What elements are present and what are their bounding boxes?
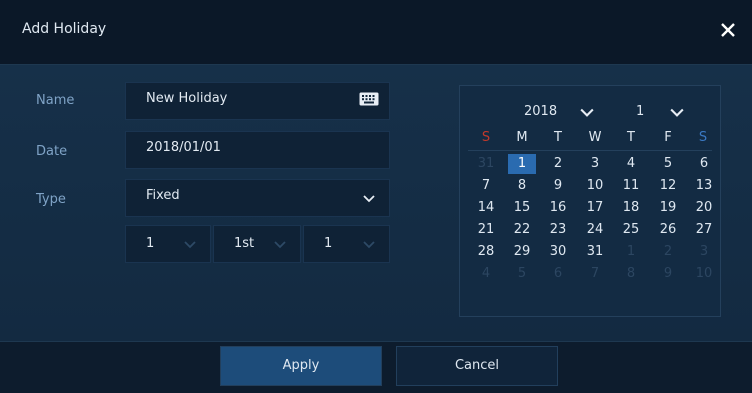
weekday-header: T [554,130,562,145]
apply-button[interactable]: Apply [220,346,382,386]
dialog-header: Add Holiday [0,0,752,65]
calendar-day[interactable]: 25 [617,220,645,240]
calendar-day[interactable]: 7 [581,264,609,284]
calendar-day[interactable]: 16 [544,198,572,218]
weekday-header: S [481,130,491,145]
calendar-year[interactable]: 2018 [524,104,557,119]
calendar-day[interactable]: 22 [508,220,536,240]
calendar-day[interactable]: 21 [472,220,500,240]
calendar-day[interactable]: 3 [690,242,718,262]
chevron-down-icon [363,195,375,203]
weekday-header: T [627,130,635,145]
calendar-day[interactable]: 20 [690,198,718,218]
cancel-button[interactable]: Cancel [396,346,558,386]
calendar-day[interactable]: 4 [472,264,500,284]
chevron-down-icon [274,241,286,249]
recur-month-select[interactable]: 1 [125,225,211,263]
calendar-day[interactable]: 29 [508,242,536,262]
calendar-day[interactable]: 1 [617,242,645,262]
name-label: Name [36,93,75,108]
weekday-header: S [698,130,708,145]
calendar-day[interactable]: 14 [472,198,500,218]
calendar-day[interactable]: 10 [690,264,718,284]
type-label: Type [36,192,66,207]
recur-day-value: 1 [324,236,333,251]
chevron-down-icon[interactable] [670,106,684,120]
calendar-day[interactable]: 1 [508,154,536,174]
calendar-day[interactable]: 15 [508,198,536,218]
calendar-day[interactable]: 9 [654,264,682,284]
dialog-title: Add Holiday [22,21,107,37]
date-label: Date [36,144,68,159]
calendar-day[interactable]: 10 [581,176,609,196]
calendar-day[interactable]: 7 [472,176,500,196]
weekday-header: M [516,130,528,145]
calendar-day[interactable]: 26 [654,220,682,240]
calendar-day[interactable]: 18 [617,198,645,218]
calendar-day[interactable]: 31 [581,242,609,262]
chevron-down-icon [184,241,196,249]
calendar-day[interactable]: 3 [581,154,609,174]
calendar-day[interactable]: 27 [690,220,718,240]
date-value: 2018/01/01 [146,140,221,155]
date-field[interactable]: 2018/01/01 [125,131,390,169]
recur-week-value: 1st [234,236,255,251]
calendar-day[interactable]: 13 [690,176,718,196]
calendar-day[interactable]: 5 [654,154,682,174]
add-holiday-dialog: Add Holiday Name New Holiday Date 2018/0… [0,0,752,393]
type-value: Fixed [146,188,180,203]
calendar-day[interactable]: 17 [581,198,609,218]
calendar-day[interactable]: 4 [617,154,645,174]
chevron-down-icon[interactable] [580,106,594,120]
weekday-header: W [588,130,602,145]
calendar-day[interactable]: 5 [508,264,536,284]
recur-month-value: 1 [146,236,155,251]
close-icon[interactable] [716,18,740,42]
calendar-day[interactable]: 28 [472,242,500,262]
calendar-day[interactable]: 24 [581,220,609,240]
keyboard-icon[interactable] [359,92,379,106]
chevron-down-icon [363,241,375,249]
calendar-day[interactable]: 11 [617,176,645,196]
calendar-day[interactable]: 2 [544,154,572,174]
calendar-day[interactable]: 8 [617,264,645,284]
name-field[interactable]: New Holiday [125,82,390,120]
calendar-day[interactable]: 31 [472,154,500,174]
weekday-header: F [664,130,672,145]
calendar-day[interactable]: 9 [544,176,572,196]
calendar-day[interactable]: 30 [544,242,572,262]
calendar-day[interactable]: 6 [544,264,572,284]
calendar-day[interactable]: 23 [544,220,572,240]
calendar-divider [468,150,712,151]
name-value: New Holiday [146,91,228,106]
calendar-day[interactable]: 12 [654,176,682,196]
recur-day-select[interactable]: 1 [303,225,390,263]
calendar-day[interactable]: 6 [690,154,718,174]
recur-week-select[interactable]: 1st [213,225,301,263]
type-select[interactable]: Fixed [125,179,390,217]
calendar-panel: 2018 1 S M T W T F S 31 1 2 3 4 5 6 7 8 9 10 11 12 13… [459,85,721,317]
calendar-day[interactable]: 2 [654,242,682,262]
calendar-day[interactable]: 8 [508,176,536,196]
calendar-day[interactable]: 19 [654,198,682,218]
calendar-month[interactable]: 1 [636,104,644,119]
